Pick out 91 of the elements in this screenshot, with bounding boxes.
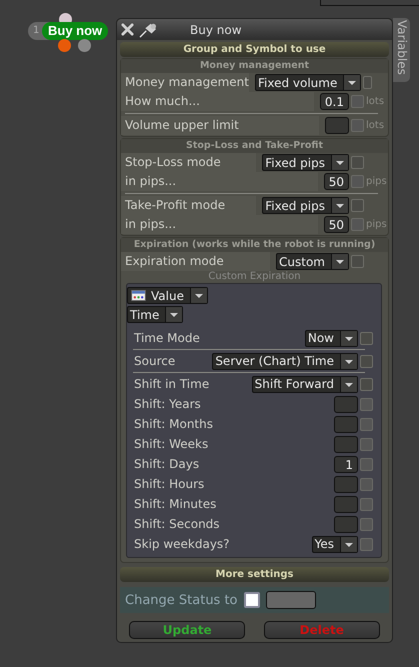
field-label: in pips... <box>121 215 318 234</box>
field-label: Shift: Hours <box>133 476 206 492</box>
number-field[interactable] <box>325 117 349 134</box>
type-dropdown[interactable]: Time <box>127 306 184 323</box>
field-label: Money management <box>121 73 249 92</box>
dropdown[interactable]: Fixed volume <box>254 74 362 91</box>
dropdown[interactable]: Now <box>304 330 358 346</box>
checkbox[interactable] <box>360 438 373 450</box>
number-field[interactable]: 50 <box>324 173 349 190</box>
action-button[interactable]: Update <box>129 621 246 639</box>
dropdown[interactable]: Shift Forward <box>252 376 358 392</box>
checkbox[interactable] <box>360 498 373 510</box>
subpanel-title: Custom Expiration <box>207 271 302 283</box>
field-label: Time Mode <box>133 330 201 346</box>
checkbox[interactable] <box>360 518 373 530</box>
group-title: Money management <box>121 59 388 73</box>
field-label: Shift: Seconds <box>133 516 221 532</box>
dropdown[interactable]: Yes <box>312 536 358 552</box>
dropdown[interactable]: Server (Chart) Time <box>212 352 358 370</box>
dropdown[interactable]: Custom <box>276 253 349 270</box>
number-field[interactable]: 0.1 <box>320 93 349 110</box>
section-header[interactable]: More settings <box>120 567 389 582</box>
caret-icon <box>340 354 357 368</box>
number-field[interactable]: 1 <box>334 456 358 472</box>
checkbox[interactable] <box>351 95 364 108</box>
caret-icon <box>331 254 348 269</box>
number-field[interactable]: 50 <box>324 216 349 233</box>
status-label: Change Status to <box>125 592 238 608</box>
caret-icon <box>340 376 357 392</box>
checkbox[interactable] <box>244 592 260 608</box>
group-title: Stop-Loss and Take-Profit <box>121 139 388 153</box>
caret-icon <box>331 198 348 213</box>
checkbox[interactable] <box>351 218 364 231</box>
field-label: Source <box>133 352 176 370</box>
checkbox[interactable] <box>363 76 372 89</box>
caret-icon <box>340 330 357 346</box>
field-label: Expiration mode <box>121 252 270 271</box>
checkbox[interactable] <box>351 199 364 212</box>
caret-icon <box>340 536 357 552</box>
checkbox[interactable] <box>360 478 373 490</box>
status-field[interactable] <box>266 591 316 609</box>
checkbox[interactable] <box>351 255 364 268</box>
number-field[interactable] <box>334 496 358 512</box>
window-icon <box>131 290 146 301</box>
node-label[interactable]: Buy now <box>42 22 108 40</box>
field-label: in pips... <box>121 172 318 191</box>
checkbox[interactable] <box>360 378 373 390</box>
unit-label: pips <box>366 219 388 230</box>
checkbox[interactable] <box>360 458 373 470</box>
dropdown[interactable]: Fixed pips <box>262 154 349 171</box>
number-field[interactable] <box>334 436 358 452</box>
field-label: Shift: Weeks <box>133 436 210 452</box>
field-label: Skip weekdays? <box>133 536 231 552</box>
unit-label: lots <box>366 96 386 107</box>
number-field[interactable] <box>334 396 358 412</box>
close-icon[interactable] <box>121 23 134 36</box>
caret-icon <box>343 75 360 90</box>
section-header[interactable]: Group and Symbol to use <box>120 42 389 57</box>
caret-icon <box>165 307 182 322</box>
variables-tab[interactable]: Variables <box>393 18 410 82</box>
checkbox[interactable] <box>360 354 373 368</box>
checkbox[interactable] <box>351 175 364 188</box>
dropdown[interactable]: Fixed pips <box>262 197 349 214</box>
caret-icon <box>331 155 348 170</box>
field-label: Shift: Years <box>133 396 202 412</box>
field-label: How much... <box>121 92 314 111</box>
unit-label: lots <box>366 120 386 131</box>
connector-dot[interactable] <box>78 39 91 52</box>
number-field[interactable] <box>334 516 358 532</box>
checkbox[interactable] <box>351 119 364 132</box>
checkbox[interactable] <box>360 538 373 550</box>
pin-icon[interactable] <box>138 22 158 38</box>
window-title: Buy now <box>190 22 242 36</box>
caret-icon <box>190 288 207 303</box>
group-title: Expiration (works while the robot is running) <box>121 238 388 252</box>
value-dropdown[interactable]: Value <box>127 287 208 304</box>
field-label: Shift in Time <box>133 376 210 392</box>
field-label: Shift: Days <box>133 456 200 472</box>
field-label: Take-Profit mode <box>121 196 256 215</box>
field-label: Shift: Minutes <box>133 496 218 512</box>
checkbox[interactable] <box>351 156 364 169</box>
checkbox[interactable] <box>360 398 373 410</box>
field-label: Stop-Loss mode <box>121 153 256 172</box>
connector-dot[interactable] <box>58 39 71 52</box>
checkbox[interactable] <box>360 332 373 344</box>
number-field[interactable] <box>334 476 358 492</box>
unit-label: pips <box>366 176 388 187</box>
field-label: Shift: Months <box>133 416 214 432</box>
field-label: Volume upper limit <box>121 116 319 135</box>
number-field[interactable] <box>334 416 358 432</box>
checkbox[interactable] <box>360 418 373 430</box>
